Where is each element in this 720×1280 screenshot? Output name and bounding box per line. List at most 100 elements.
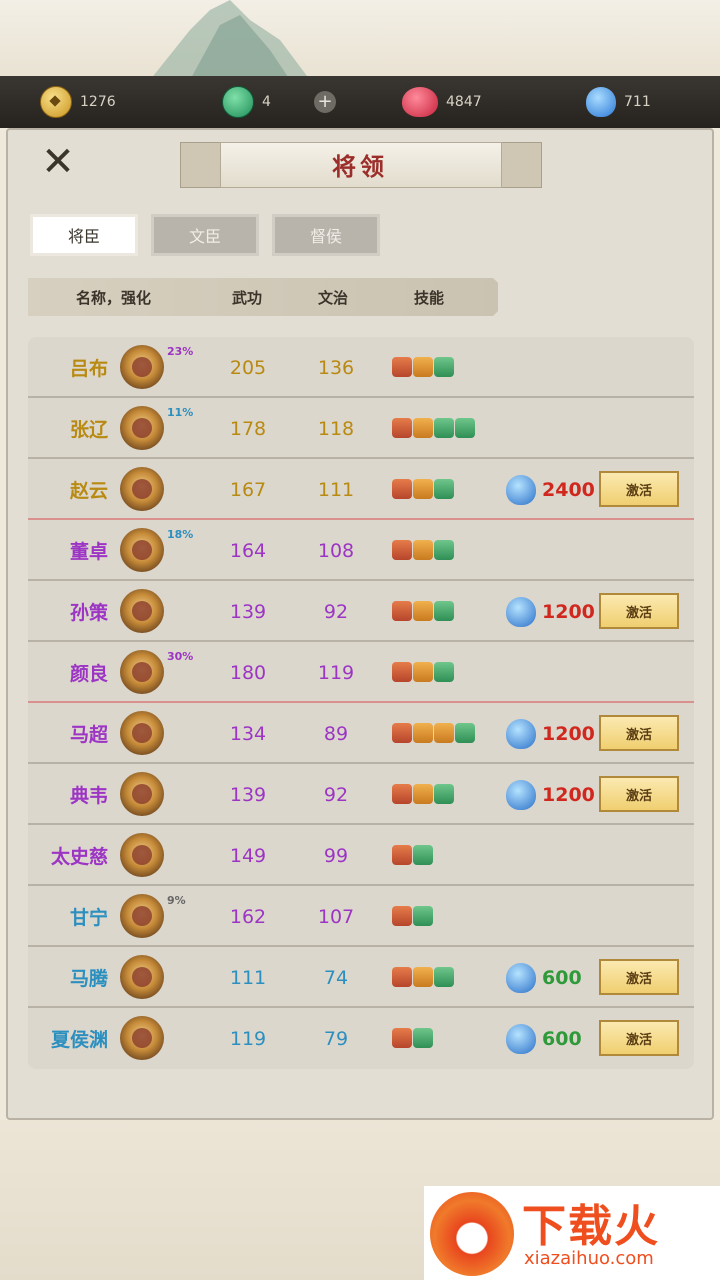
skill-icon[interactable]: [434, 601, 454, 621]
table-row[interactable]: 孙策 139 92 1200 激活: [28, 581, 694, 642]
skill-icon[interactable]: [413, 784, 433, 804]
activate-button[interactable]: 激活: [599, 593, 679, 629]
tab-duhou[interactable]: 督侯: [272, 214, 380, 256]
table-row[interactable]: 马超 134 89 1200 激活: [28, 703, 694, 764]
general-name: 太史慈: [50, 846, 108, 868]
skill-icon[interactable]: [392, 784, 412, 804]
skill-icon[interactable]: [392, 723, 412, 743]
table-row[interactable]: 甘宁 9% 162 107: [28, 886, 694, 947]
add-jade-button[interactable]: +: [314, 76, 336, 128]
table-row[interactable]: 夏侯渊 119 79 600 激活: [28, 1008, 694, 1069]
table-row[interactable]: 董卓 18% 164 108: [28, 520, 694, 581]
skill-icons: [392, 906, 433, 926]
skill-icon[interactable]: [434, 357, 454, 377]
close-button[interactable]: ✕: [36, 139, 80, 185]
skill-icons: [392, 357, 454, 377]
skill-icons: [392, 662, 454, 682]
general-name: 夏侯渊: [50, 1029, 108, 1051]
activate-button[interactable]: 激活: [599, 959, 679, 995]
general-emblem-icon: [120, 406, 164, 450]
skill-icon[interactable]: [434, 723, 454, 743]
gold-count: 1276: [80, 94, 116, 110]
general-emblem-icon: [120, 467, 164, 511]
wugong-value: 119: [229, 1027, 267, 1050]
general-emblem-icon: [120, 528, 164, 572]
skill-icon[interactable]: [455, 418, 475, 438]
skill-icon[interactable]: [413, 967, 433, 987]
skill-icon[interactable]: [434, 418, 454, 438]
skill-icon[interactable]: [413, 601, 433, 621]
wenzhi-value: 79: [323, 1027, 349, 1050]
skill-icons: [392, 723, 475, 743]
general-emblem-icon: [120, 772, 164, 816]
skill-icon[interactable]: [413, 357, 433, 377]
general-emblem-icon: [120, 1016, 164, 1060]
enhance-percent: 23%: [167, 345, 194, 358]
table-row[interactable]: 张辽 11% 178 118: [28, 398, 694, 459]
skill-icon[interactable]: [434, 784, 454, 804]
activation-cost: 600: [506, 947, 582, 1008]
table-row[interactable]: 赵云 167 111 2400 激活: [28, 459, 694, 520]
skill-icon[interactable]: [413, 662, 433, 682]
skill-icon[interactable]: [413, 479, 433, 499]
skill-icon[interactable]: [392, 357, 412, 377]
wugong-value: 205: [229, 356, 267, 379]
skill-icon[interactable]: [392, 906, 412, 926]
skill-icon[interactable]: [434, 540, 454, 560]
skill-icon[interactable]: [392, 601, 412, 621]
table-row[interactable]: 马腾 111 74 600 激活: [28, 947, 694, 1008]
wugong-value: 111: [229, 966, 267, 989]
blue-gem-icon: [506, 596, 536, 627]
tab-wenchen[interactable]: 文臣: [151, 214, 259, 256]
general-name: 董卓: [69, 541, 108, 563]
skill-icon[interactable]: [434, 479, 454, 499]
skill-icon[interactable]: [392, 967, 412, 987]
wenzhi-value: 119: [317, 661, 355, 684]
skill-icon[interactable]: [434, 967, 454, 987]
wenzhi-value: 111: [317, 478, 355, 501]
general-name: 颜良: [69, 663, 108, 685]
general-emblem-icon: [120, 955, 164, 999]
skill-icons: [392, 1028, 433, 1048]
column-skill: 技能: [414, 288, 445, 307]
skill-icon[interactable]: [413, 845, 433, 865]
cost-value: 1200: [542, 600, 595, 623]
skill-icon[interactable]: [434, 662, 454, 682]
table-row[interactable]: 典韦 139 92 1200 激活: [28, 764, 694, 825]
close-icon[interactable]: ✕: [41, 139, 75, 185]
cost-value: 600: [542, 966, 582, 989]
skill-icon[interactable]: [413, 723, 433, 743]
gold-coin-icon: [40, 86, 72, 118]
skill-icon[interactable]: [413, 906, 433, 926]
general-emblem-icon: [120, 589, 164, 633]
skill-icon[interactable]: [413, 418, 433, 438]
skill-icon[interactable]: [392, 662, 412, 682]
skill-icon[interactable]: [392, 1028, 412, 1048]
plus-icon[interactable]: +: [314, 91, 336, 113]
activate-button[interactable]: 激活: [599, 776, 679, 812]
skill-icon[interactable]: [455, 723, 475, 743]
activation-cost: 1200: [506, 764, 595, 825]
wugong-value: 139: [229, 783, 267, 806]
activate-button[interactable]: 激活: [599, 1020, 679, 1056]
table-row[interactable]: 颜良 30% 180 119: [28, 642, 694, 703]
skill-icon[interactable]: [392, 845, 412, 865]
wugong-value: 134: [229, 722, 267, 745]
wenzhi-value: 74: [323, 966, 349, 989]
skill-icon[interactable]: [413, 1028, 433, 1048]
skill-icon[interactable]: [392, 418, 412, 438]
tab-jiangchen[interactable]: 将臣: [30, 214, 138, 256]
wugong-value: 167: [229, 478, 267, 501]
table-row[interactable]: 太史慈 149 99: [28, 825, 694, 886]
skill-icon[interactable]: [392, 479, 412, 499]
red-gem-resource: 4847: [402, 76, 482, 128]
column-name: 名称，强化: [76, 288, 152, 307]
skill-icons: [392, 479, 454, 499]
blue-gem-icon: [506, 779, 536, 810]
jade-icon: [222, 86, 254, 118]
skill-icon[interactable]: [413, 540, 433, 560]
skill-icon[interactable]: [392, 540, 412, 560]
activate-button[interactable]: 激活: [599, 715, 679, 751]
table-row[interactable]: 吕布 23% 205 136: [28, 337, 694, 398]
activate-button[interactable]: 激活: [599, 471, 679, 507]
